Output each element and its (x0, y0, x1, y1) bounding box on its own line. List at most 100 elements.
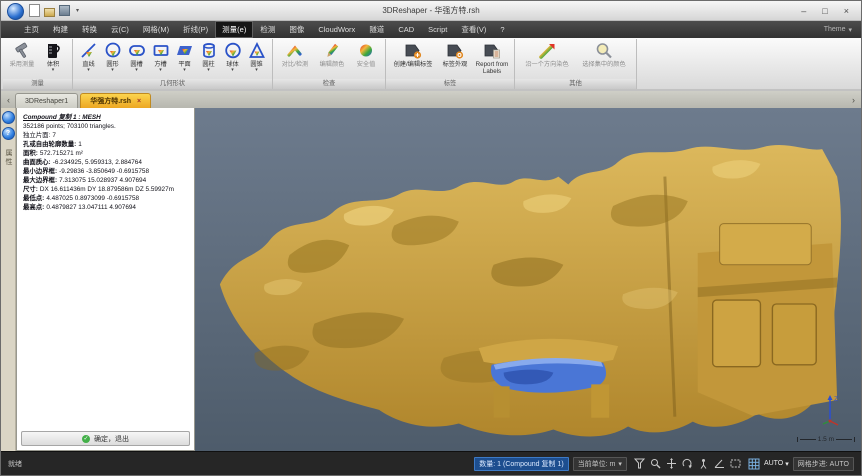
volume-button[interactable]: 体积 ▾ (38, 40, 68, 74)
walk-icon[interactable] (698, 458, 709, 469)
tab-tunnel[interactable]: 隧道 (362, 21, 391, 38)
plane-shape-icon (176, 41, 194, 61)
quick-access-toolbar: ▾ (29, 4, 79, 17)
doc-tabs-back-icon[interactable]: ‹ (4, 95, 13, 105)
main-area: ? 属性 Compound 复制 1 : MESH 352186 points;… (1, 108, 861, 451)
sphere-tool-button[interactable]: 球体 ▾ (221, 40, 244, 74)
plane-tool-button[interactable]: 平面 ▾ (173, 40, 196, 74)
tab-inspect[interactable]: 检测 (253, 21, 282, 38)
close-icon[interactable]: × (137, 98, 141, 105)
qat-dropdown-icon[interactable]: ▾ (76, 7, 79, 14)
chevron-down-icon[interactable]: ▾ (111, 68, 114, 73)
report-from-labels-button[interactable]: Report from Labels (474, 40, 510, 76)
theme-selector[interactable]: Theme▾ (824, 21, 861, 38)
chevron-down-icon[interactable]: ▾ (207, 68, 210, 73)
pencil-icon (323, 41, 341, 61)
apply-orb-icon[interactable] (2, 111, 15, 124)
hammer-icon (13, 41, 31, 61)
chevron-down-icon[interactable]: ▾ (87, 68, 90, 73)
tab-cad[interactable]: CAD (391, 21, 421, 38)
tag-report-icon (482, 41, 502, 61)
doc-tabs-forward-icon[interactable]: › (849, 95, 858, 105)
line-tool-button[interactable]: 直线 ▾ (77, 40, 100, 74)
maximize-button[interactable]: □ (822, 6, 827, 16)
open-file-icon[interactable] (44, 8, 55, 17)
label-appearance-button[interactable]: 标签外观 (437, 40, 473, 69)
status-bar: 就绪 数量: 1 (Compound 复制 1) 当前单位: m ▾ AUTO … (1, 451, 861, 475)
tab-transform[interactable]: 转换 (75, 21, 104, 38)
tab-construct[interactable]: 构建 (46, 21, 75, 38)
chevron-down-icon[interactable]: ▾ (255, 68, 258, 73)
pick-color-button[interactable]: 选择集中的颜色 (576, 40, 632, 69)
move-icon[interactable] (666, 458, 677, 469)
filter-icon[interactable] (634, 458, 645, 469)
angle-icon[interactable] (714, 458, 725, 469)
rect-slot-tool-button[interactable]: 方槽 ▾ (149, 40, 172, 74)
tab-view[interactable]: 查看(V) (454, 21, 493, 38)
tab-help[interactable]: ? (493, 21, 511, 38)
mesh-info-line: 最低点:4.487025 0.8973099 -0.6915758 (23, 194, 188, 203)
round-slot-tool-button[interactable]: 圆槽 ▾ (125, 40, 148, 74)
doc-tab-current[interactable]: 华强方特.rsh × (80, 93, 151, 108)
minimize-button[interactable]: – (801, 6, 806, 16)
close-button[interactable]: × (844, 6, 849, 16)
new-file-icon[interactable] (29, 4, 40, 17)
survey-measure-button[interactable]: 采用测量 (7, 40, 37, 69)
rotate-icon[interactable] (682, 458, 693, 469)
chevron-down-icon[interactable]: ▾ (159, 68, 162, 73)
viewport-3d[interactable]: Z 1.5 m (195, 108, 861, 451)
color-arrow-icon (538, 41, 556, 61)
tab-cloudworx[interactable]: CloudWorx (311, 21, 362, 38)
scale-bar-label: 1.5 m (818, 436, 834, 443)
cone-shape-icon (248, 41, 266, 61)
chevron-down-icon[interactable]: ▾ (231, 68, 234, 73)
propagate-color-button[interactable]: 沿一个方向染色 (519, 40, 575, 69)
tab-cloud[interactable]: 云(C) (104, 21, 136, 38)
app-logo-icon[interactable] (7, 3, 24, 20)
properties-panel: Compound 复制 1 : MESH 352186 points; 7031… (16, 108, 195, 451)
tab-measure[interactable]: 测量(e) (215, 21, 253, 38)
ok-exit-button[interactable]: ✓ 确定，退出 (21, 431, 190, 446)
group-label-inspection: 检查 (273, 79, 385, 89)
tag-gear-icon (445, 41, 465, 61)
save-file-icon[interactable] (59, 5, 70, 16)
chevron-down-icon[interactable]: ▾ (183, 68, 186, 73)
mesh-info-line: 曲面质心:-6.234925, 5.959313, 2.884764 (23, 158, 188, 167)
edit-colors-button[interactable]: 编辑颜色 (314, 40, 350, 69)
mesh-info-line: 孔或自由轮廓数量:1 (23, 140, 188, 149)
ribbon-group-measure: 采用测量 体积 ▾ 测量 (3, 39, 73, 89)
safe-value-button[interactable]: 安全值 (351, 40, 381, 69)
zoom-icon[interactable] (650, 458, 661, 469)
cone-tool-button[interactable]: 圆锥 ▾ (245, 40, 268, 74)
rect-slot-shape-icon (152, 41, 170, 61)
mesh-info-line: 面积:572.715271 m² (23, 149, 188, 158)
tab-home[interactable]: 主页 (17, 21, 46, 38)
mesh-info-line: 最大边界框:7.313075 15.028937 4.907694 (23, 176, 188, 185)
chevron-down-icon: ▾ (848, 26, 852, 34)
ribbon-tab-bar: 主页 构建 转换 云(C) 网格(M) 折线(P) 测量(e) 检测 图像 Cl… (1, 21, 861, 38)
properties-panel-tab[interactable]: 属性 (3, 149, 13, 167)
circle-shape-icon (104, 41, 122, 61)
select-rect-icon[interactable] (730, 458, 741, 469)
doc-tab-untitled[interactable]: 3DReshaper1 (15, 93, 78, 108)
compare-inspect-button[interactable]: 对比/检测 (277, 40, 313, 69)
selection-info[interactable]: 数量: 1 (Compound 复制 1) (474, 457, 568, 471)
tab-script[interactable]: Script (421, 21, 454, 38)
tab-mesh[interactable]: 网格(M) (136, 21, 176, 38)
circle-tool-button[interactable]: 圆形 ▾ (101, 40, 124, 74)
check-icon: ✓ (82, 435, 90, 443)
window-title: 3DReshaper - 华强方特.rsh (1, 5, 861, 16)
grid-step-field[interactable]: 网格步进: AUTO (793, 457, 854, 471)
grid-icon[interactable] (748, 458, 760, 470)
tab-image[interactable]: 图像 (282, 21, 311, 38)
rainbow-ball-icon (357, 41, 375, 61)
tab-polyline[interactable]: 折线(P) (176, 21, 215, 38)
create-edit-label-button[interactable]: 创建/编辑标签 (390, 40, 436, 69)
help-icon[interactable]: ? (2, 127, 15, 140)
auto-toggle[interactable]: AUTO ▾ (764, 460, 789, 468)
chevron-down-icon[interactable]: ▾ (135, 68, 138, 73)
chevron-down-icon[interactable]: ▾ (52, 68, 55, 73)
unit-selector[interactable]: 当前单位: m ▾ (573, 457, 627, 471)
cylinder-tool-button[interactable]: 圆柱 ▾ (197, 40, 220, 74)
title-bar: ▾ 3DReshaper - 华强方特.rsh – □ × (1, 1, 861, 21)
